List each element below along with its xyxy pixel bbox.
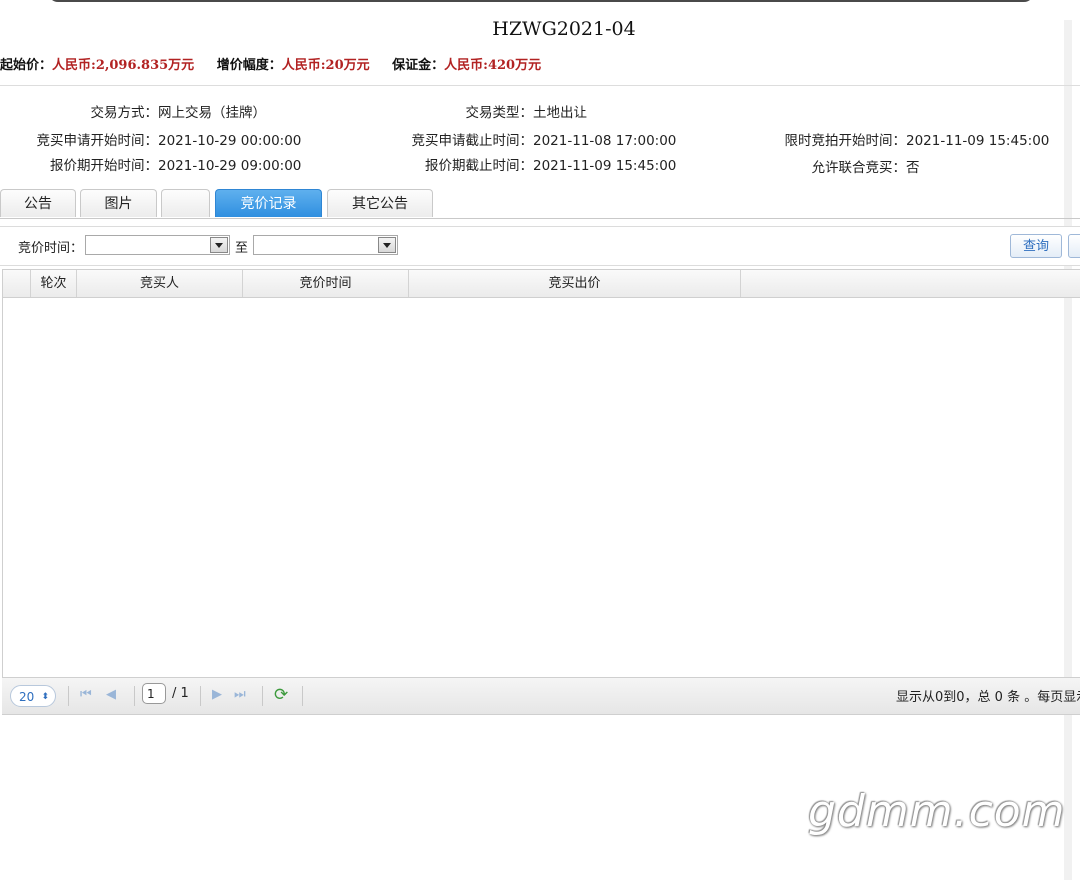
bid-time-label: 竞价时间：	[18, 241, 84, 256]
column-checkbox	[3, 270, 31, 297]
tab-bar: 公告 图片 竞价记录 其它公告	[0, 189, 1080, 219]
trade-mode-field: 交易方式：网上交易（挂牌）	[0, 101, 267, 121]
bid-time-end-select[interactable]	[253, 235, 398, 255]
chevron-down-icon[interactable]	[210, 237, 228, 253]
query-button[interactable]: 查询	[1010, 234, 1062, 258]
first-page-icon[interactable]: ⏮	[80, 687, 92, 702]
column-round[interactable]: 轮次	[31, 270, 77, 297]
start-price-value: 人民币:2,096.835万元	[52, 58, 195, 73]
extra-button[interactable]	[1068, 234, 1080, 258]
trade-mode-label: 交易方式：	[90, 105, 159, 121]
tab-other-announcements[interactable]: 其它公告	[327, 189, 433, 217]
pager-bar: 20 ⬍ ⏮ ◀ 1 / 1 ▶ ⏭ ⟳ 显示从0到0，总 0 条 。每页显示	[2, 677, 1080, 715]
trade-type-field: 交易类型：土地出让	[375, 101, 588, 121]
joint-bid-value: 否	[906, 160, 920, 176]
quote-end-label: 报价期截止时间：	[425, 158, 533, 174]
separator	[68, 686, 69, 706]
last-page-icon[interactable]: ⏭	[234, 687, 246, 702]
total-pages: / 1	[172, 686, 189, 701]
quote-end-field: 报价期截止时间：2021-11-09 15:45:00	[375, 154, 676, 174]
column-filler	[741, 270, 1080, 297]
column-bid-time[interactable]: 竞价时间	[243, 270, 409, 297]
tab-bid-records[interactable]: 竞价记录	[215, 189, 322, 217]
updown-icon: ⬍	[41, 692, 49, 702]
tab-blank[interactable]	[161, 189, 210, 217]
table-header: 轮次 竞买人 竞价时间 竞买出价	[3, 270, 1080, 298]
apply-end-value: 2021-11-08 17:00:00	[533, 133, 677, 149]
page-size-value: 20	[19, 690, 35, 704]
auction-start-field: 限时竞拍开始时间：2021-11-09 15:45:00	[748, 129, 1050, 149]
trade-mode-value: 网上交易（挂牌）	[158, 105, 266, 121]
device-top-bar	[48, 0, 1034, 2]
separator	[302, 686, 303, 706]
start-price-label: 起始价：	[0, 58, 53, 73]
quote-end-value: 2021-11-09 15:45:00	[533, 158, 677, 174]
increment-value: 人民币:20万元	[281, 58, 370, 73]
divider	[0, 85, 1080, 86]
prev-page-icon[interactable]: ◀	[106, 687, 116, 702]
separator	[262, 686, 263, 706]
tab-pictures[interactable]: 图片	[80, 189, 157, 217]
trade-type-label: 交易类型：	[465, 105, 534, 121]
joint-bid-label: 允许联合竞买：	[811, 160, 907, 176]
quote-start-label: 报价期开始时间：	[50, 158, 158, 174]
next-page-icon[interactable]: ▶	[212, 687, 222, 702]
trade-type-value: 土地出让	[533, 105, 587, 121]
quote-start-value: 2021-10-29 09:00:00	[158, 158, 302, 174]
apply-start-value: 2021-10-29 00:00:00	[158, 133, 302, 149]
filter-bar: 竞价时间： 至 查询	[0, 226, 1080, 266]
chevron-down-icon[interactable]	[378, 237, 396, 253]
bid-records-table: 轮次 竞买人 竞价时间 竞买出价	[2, 269, 1080, 677]
column-bid-price[interactable]: 竞买出价	[409, 270, 741, 297]
quote-start-field: 报价期开始时间：2021-10-29 09:00:00	[0, 154, 301, 174]
apply-end-field: 竞买申请截止时间：2021-11-08 17:00:00	[375, 129, 677, 149]
bid-time-start-select[interactable]	[85, 235, 230, 255]
page-number-input[interactable]: 1	[142, 683, 166, 704]
to-label: 至	[235, 241, 249, 256]
price-summary: 起始价：人民币:2,096.835万元 增价幅度：人民币:20万元 保证金：人民…	[0, 54, 559, 73]
auction-start-label: 限时竞拍开始时间：	[784, 133, 907, 149]
auction-start-value: 2021-11-09 15:45:00	[906, 133, 1050, 149]
page-title: HZWG2021-04	[492, 18, 636, 40]
refresh-icon[interactable]: ⟳	[274, 685, 288, 705]
apply-start-field: 竞买申请开始时间：2021-10-29 00:00:00	[0, 129, 302, 149]
deposit-value: 人民币:420万元	[444, 58, 542, 73]
separator	[200, 686, 201, 706]
apply-start-label: 竞买申请开始时间：	[36, 133, 159, 149]
watermark: gdmm.com	[808, 786, 1066, 837]
joint-bid-field: 允许联合竞买：否	[748, 156, 920, 176]
apply-end-label: 竞买申请截止时间：	[411, 133, 534, 149]
separator	[134, 686, 135, 706]
page-size-select[interactable]: 20 ⬍	[10, 685, 56, 707]
column-bidder[interactable]: 竞买人	[77, 270, 243, 297]
increment-label: 增价幅度：	[216, 58, 282, 73]
deposit-label: 保证金：	[392, 58, 445, 73]
tab-announcement[interactable]: 公告	[0, 189, 76, 217]
pager-info: 显示从0到0，总 0 条 。每页显示	[896, 690, 1080, 705]
